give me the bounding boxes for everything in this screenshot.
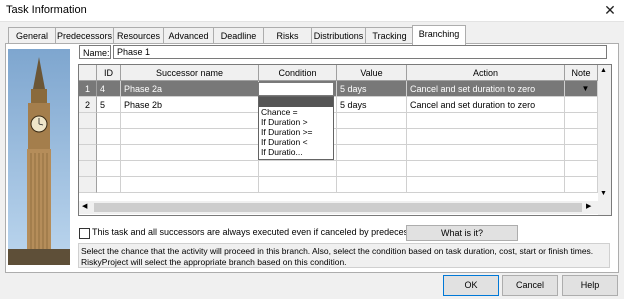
row-header[interactable] — [79, 161, 97, 177]
scroll-down-icon[interactable]: ▼ — [600, 190, 607, 197]
empty-cell[interactable] — [565, 145, 598, 161]
ok-button[interactable]: OK — [443, 275, 499, 296]
row-header-corner — [79, 65, 97, 81]
empty-cell[interactable] — [565, 113, 598, 129]
tab-general[interactable]: General — [8, 27, 56, 44]
name-label: Name: — [79, 45, 111, 59]
cell-action[interactable]: Cancel and set duration to zero — [407, 97, 565, 113]
dropdown-option[interactable]: If Duration > — [259, 117, 333, 127]
empty-cell[interactable] — [407, 129, 565, 145]
empty-cell[interactable] — [565, 161, 598, 177]
empty-cell[interactable] — [337, 129, 407, 145]
empty-cell[interactable] — [121, 145, 259, 161]
dropdown-option[interactable]: If Duration < — [259, 137, 333, 147]
empty-cell[interactable] — [97, 129, 121, 145]
cell-id[interactable]: 4 — [97, 81, 121, 97]
dropdown-option[interactable]: Chance = — [259, 107, 333, 117]
row-header[interactable]: 1 — [79, 81, 97, 97]
cell-action[interactable]: Cancel and set duration to zero — [407, 81, 565, 97]
empty-cell[interactable] — [259, 177, 337, 193]
cell-note[interactable] — [565, 97, 598, 113]
always-executed-checkbox[interactable] — [79, 228, 90, 239]
tab-predecessors[interactable]: Predecessors — [55, 27, 114, 44]
col-value[interactable]: Value — [337, 65, 407, 81]
close-button[interactable]: ✕ — [596, 0, 624, 21]
name-input[interactable] — [113, 45, 607, 59]
big-ben-image — [8, 49, 70, 265]
empty-cell[interactable] — [337, 161, 407, 177]
row-header[interactable] — [79, 145, 97, 161]
what-is-it-button[interactable]: What is it? — [406, 225, 518, 241]
help-button[interactable]: Help — [562, 275, 618, 296]
row-header[interactable] — [79, 113, 97, 129]
col-action[interactable]: Action — [407, 65, 565, 81]
tab-advanced[interactable]: Advanced — [163, 27, 214, 44]
col-id[interactable]: ID — [97, 65, 121, 81]
col-successor[interactable]: Successor name — [121, 65, 259, 81]
empty-cell[interactable] — [259, 161, 337, 177]
info-text: Select the chance that the activity will… — [78, 243, 610, 268]
empty-cell[interactable] — [407, 161, 565, 177]
empty-cell[interactable] — [337, 113, 407, 129]
tab-distributions[interactable]: Distributions — [311, 27, 366, 44]
scroll-left-icon[interactable]: ◀ — [82, 202, 87, 210]
row-header[interactable] — [79, 129, 97, 145]
scroll-up-icon[interactable]: ▲ — [600, 67, 607, 74]
dropdown-option[interactable]: If Duratio... — [259, 147, 333, 157]
empty-cell[interactable] — [337, 177, 407, 193]
tab-branching[interactable]: Branching — [412, 25, 466, 45]
col-note[interactable]: Note — [565, 65, 598, 81]
cell-value[interactable]: 5 days — [337, 81, 407, 97]
cell-successor[interactable]: Phase 2b — [121, 97, 259, 113]
empty-cell[interactable] — [565, 129, 598, 145]
col-condition[interactable]: Condition — [259, 65, 337, 81]
empty-cell[interactable] — [97, 161, 121, 177]
tab-risks[interactable]: Risks — [263, 27, 312, 44]
empty-cell[interactable] — [121, 129, 259, 145]
empty-cell[interactable] — [97, 145, 121, 161]
row-header[interactable] — [79, 177, 97, 193]
dropdown-option[interactable]: If Duration >= — [259, 127, 333, 137]
title-bar: Task Information ✕ — [0, 0, 624, 22]
scrollbar-thumb[interactable] — [94, 203, 582, 212]
empty-cell[interactable] — [97, 177, 121, 193]
tab-deadline[interactable]: Deadline — [213, 27, 264, 44]
empty-cell[interactable] — [121, 113, 259, 129]
empty-cell[interactable] — [121, 161, 259, 177]
condition-combobox[interactable]: ▼ — [258, 82, 589, 96]
scroll-right-icon[interactable]: ▶ — [586, 202, 591, 210]
row-header[interactable]: 2 — [79, 97, 97, 113]
empty-cell[interactable] — [407, 177, 565, 193]
empty-cell[interactable] — [121, 177, 259, 193]
vertical-scrollbar[interactable]: ▲ ▼ — [598, 65, 611, 215]
cell-value[interactable]: 5 days — [337, 97, 407, 113]
empty-cell[interactable] — [407, 113, 565, 129]
chevron-down-icon[interactable]: ▼ — [579, 83, 592, 95]
always-executed-label[interactable]: This task and all successors are always … — [92, 227, 425, 237]
dropdown-option[interactable] — [259, 97, 333, 107]
empty-cell[interactable] — [337, 145, 407, 161]
cell-successor[interactable]: Phase 2a — [121, 81, 259, 97]
cell-id[interactable]: 5 — [97, 97, 121, 113]
empty-cell[interactable] — [97, 113, 121, 129]
tab-tracking[interactable]: Tracking — [365, 27, 414, 44]
empty-cell[interactable] — [565, 177, 598, 193]
tab-resources[interactable]: Resources — [113, 27, 164, 44]
window-title: Task Information — [6, 4, 87, 16]
cancel-button[interactable]: Cancel — [502, 275, 558, 296]
branching-grid: ID Successor name Condition Value Action… — [78, 64, 612, 216]
horizontal-scrollbar[interactable]: ◀ ▶ — [79, 201, 598, 214]
empty-cell[interactable] — [407, 145, 565, 161]
condition-dropdown-list[interactable]: Chance = If Duration > If Duration >= If… — [258, 96, 334, 160]
